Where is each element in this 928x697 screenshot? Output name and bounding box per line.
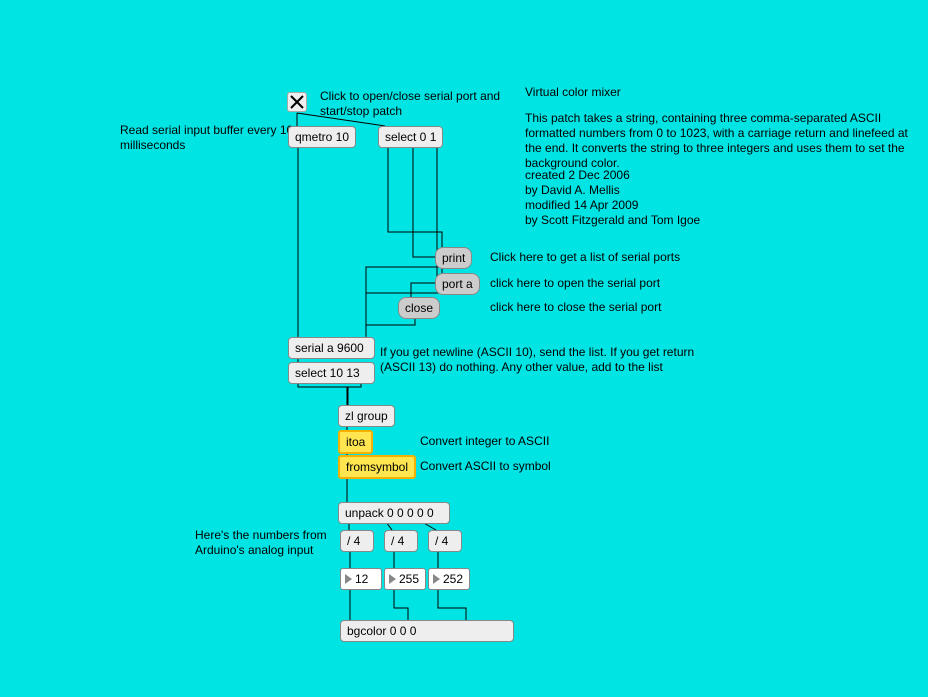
fromsymbol-object[interactable]: fromsymbol bbox=[338, 455, 416, 479]
x-icon bbox=[288, 93, 306, 111]
toggle-box[interactable] bbox=[287, 92, 307, 112]
qmetro-object[interactable]: qmetro 10 bbox=[288, 126, 356, 148]
serial-object[interactable]: serial a 9600 bbox=[288, 337, 375, 359]
select-hint: If you get newline (ASCII 10), send the … bbox=[380, 345, 710, 375]
print-hint: Click here to get a list of serial ports bbox=[490, 250, 680, 265]
print-message[interactable]: print bbox=[435, 247, 472, 269]
close-message[interactable]: close bbox=[398, 297, 440, 319]
analog-hint: Here's the numbers from Arduino's analog… bbox=[195, 528, 330, 558]
numbox-1-value: 12 bbox=[355, 571, 368, 587]
triangle-icon bbox=[433, 574, 440, 584]
close-hint: click here to close the serial port bbox=[490, 300, 661, 315]
credit-modified-by: by Scott Fitzgerald and Tom Igoe bbox=[525, 213, 700, 228]
numbox-3-value: 252 bbox=[443, 571, 463, 587]
triangle-icon bbox=[389, 574, 396, 584]
div2-object[interactable]: / 4 bbox=[384, 530, 418, 552]
select01-object[interactable]: select 0 1 bbox=[378, 126, 443, 148]
port-hint: click here to open the serial port bbox=[490, 276, 660, 291]
numbox-2[interactable]: 255 bbox=[384, 568, 426, 590]
bgcolor-object[interactable]: bgcolor 0 0 0 bbox=[340, 620, 514, 642]
numbox-2-value: 255 bbox=[399, 571, 419, 587]
select1013-object[interactable]: select 10 13 bbox=[288, 362, 375, 384]
credit-author: by David A. Mellis bbox=[525, 183, 620, 198]
fromsymbol-hint: Convert ASCII to symbol bbox=[420, 459, 551, 474]
description-text: This patch takes a string, containing th… bbox=[525, 111, 915, 171]
itoa-hint: Convert integer to ASCII bbox=[420, 434, 549, 449]
credit-modified: modified 14 Apr 2009 bbox=[525, 198, 638, 213]
unpack-object[interactable]: unpack 0 0 0 0 0 bbox=[338, 502, 450, 524]
div1-object[interactable]: / 4 bbox=[340, 530, 374, 552]
title-text: Virtual color mixer bbox=[525, 85, 621, 100]
zlgroup-object[interactable]: zl group bbox=[338, 405, 395, 427]
triangle-icon bbox=[345, 574, 352, 584]
credit-created: created 2 Dec 2006 bbox=[525, 168, 630, 183]
port-a-message[interactable]: port a bbox=[435, 273, 480, 295]
itoa-object[interactable]: itoa bbox=[338, 430, 373, 454]
toggle-hint: Click to open/close serial port and star… bbox=[320, 89, 520, 119]
numbox-3[interactable]: 252 bbox=[428, 568, 470, 590]
div3-object[interactable]: / 4 bbox=[428, 530, 462, 552]
numbox-1[interactable]: 12 bbox=[340, 568, 382, 590]
read-buffer-comment: Read serial input buffer every 10 millis… bbox=[120, 123, 300, 153]
